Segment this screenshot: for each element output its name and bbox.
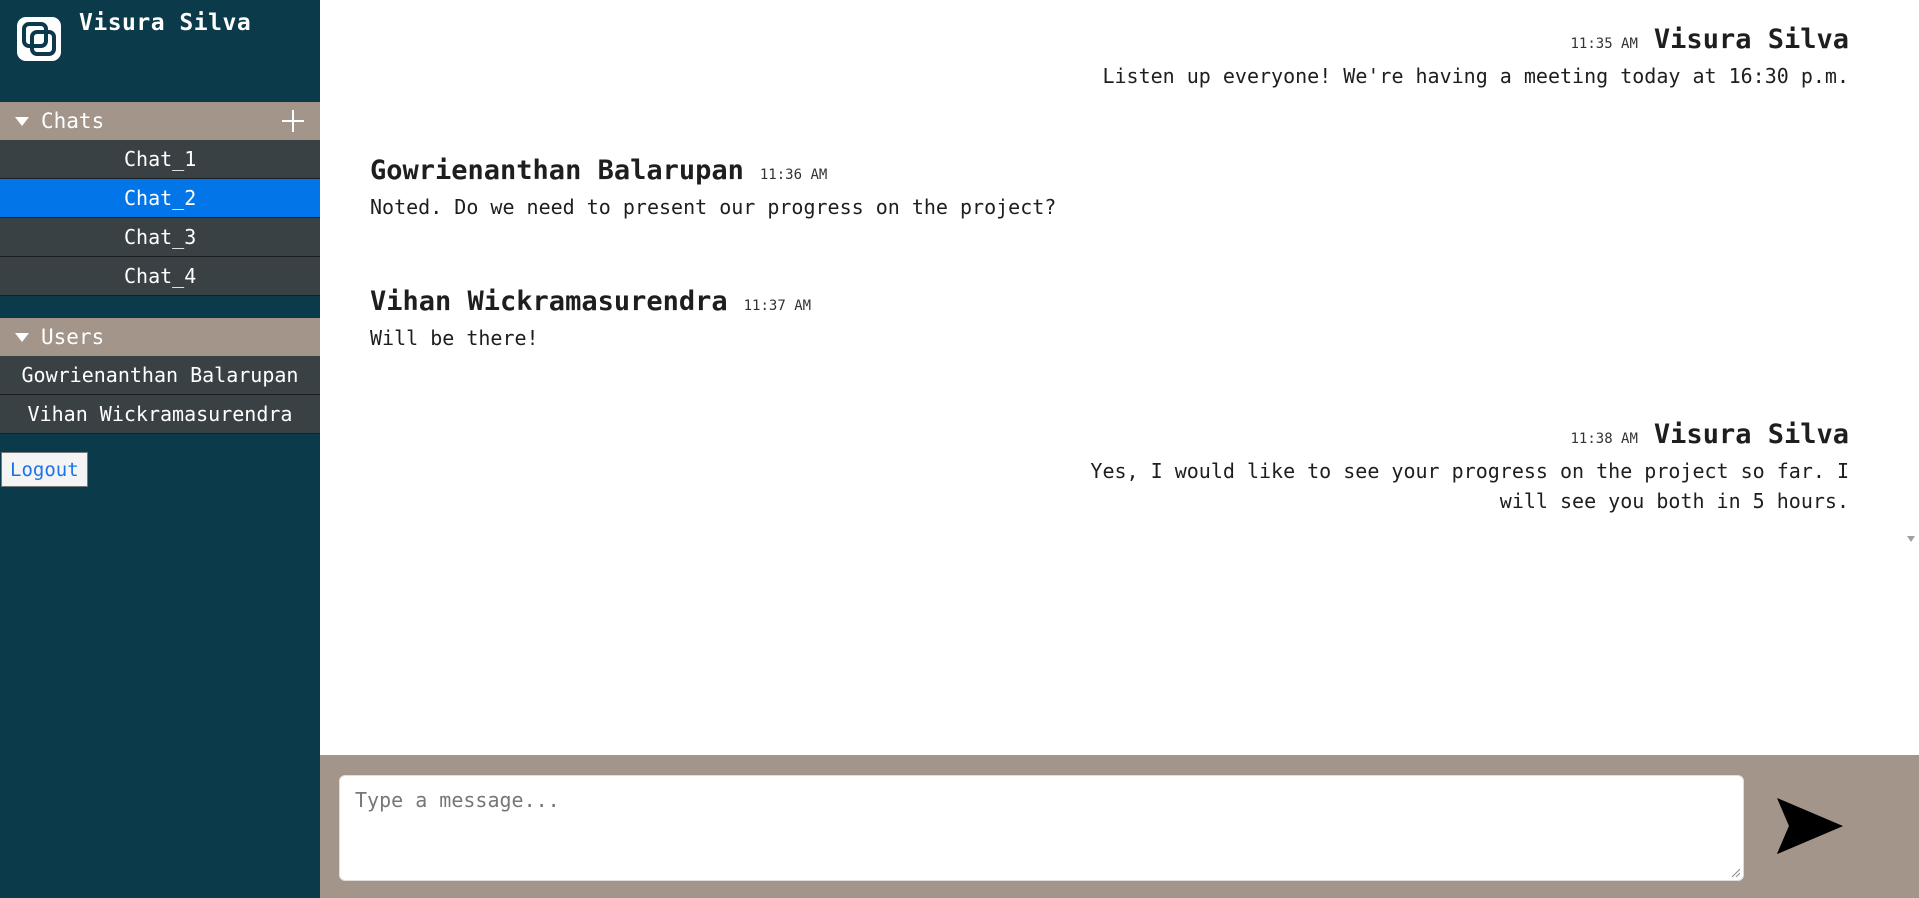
user-item-label: Gowrienanthan Balarupan bbox=[21, 363, 299, 387]
message: Gowrienanthan Balarupan 11:36 AM Noted. … bbox=[370, 155, 1056, 222]
sidebar: Visura Silva Chats Chat_1 Chat_2 Chat_3 … bbox=[0, 0, 320, 898]
message: 11:35 AM Visura Silva Listen up everyone… bbox=[1102, 24, 1849, 91]
chat-item-label: Chat_2 bbox=[124, 186, 197, 210]
send-icon bbox=[1777, 798, 1843, 854]
add-chat-plus-icon[interactable] bbox=[282, 110, 304, 132]
message: 11:38 AM Visura Silva Yes, I would like … bbox=[1049, 419, 1849, 516]
logout-button[interactable]: Logout bbox=[1, 452, 88, 487]
user-item[interactable]: Vihan Wickramasurendra bbox=[0, 395, 320, 434]
brand-header: Visura Silva bbox=[0, 0, 320, 102]
user-item[interactable]: Gowrienanthan Balarupan bbox=[0, 356, 320, 395]
message: Vihan Wickramasurendra 11:37 AM Will be … bbox=[370, 286, 811, 353]
chat-item-label: Chat_4 bbox=[124, 264, 197, 288]
message-time: 11:35 AM bbox=[1570, 36, 1638, 52]
scroll-down-arrow-icon[interactable] bbox=[1907, 536, 1915, 542]
chat-item-label: Chat_1 bbox=[124, 147, 197, 171]
user-item-label: Vihan Wickramasurendra bbox=[27, 402, 293, 426]
message-text: Yes, I would like to see your progress o… bbox=[1090, 459, 1849, 513]
app-logo-icon bbox=[17, 17, 61, 61]
users-header-label: Users bbox=[41, 325, 105, 349]
caret-down-icon bbox=[15, 332, 29, 342]
message-sender: Visura Silva bbox=[1653, 419, 1849, 450]
chat-item-active[interactable]: Chat_2 bbox=[0, 179, 320, 218]
send-button[interactable] bbox=[1773, 796, 1845, 856]
message-time: 11:37 AM bbox=[743, 298, 812, 314]
users-section-header[interactable]: Users bbox=[0, 318, 320, 356]
message-text: Listen up everyone! We're having a meeti… bbox=[1102, 64, 1849, 88]
resize-grip-icon[interactable] bbox=[1730, 867, 1740, 877]
message-text: Noted. Do we need to present our progres… bbox=[370, 195, 1057, 219]
message-composer bbox=[320, 755, 1919, 898]
message-sender: Visura Silva bbox=[1653, 24, 1849, 55]
message-time: 11:38 AM bbox=[1570, 431, 1638, 447]
message-text: Will be there! bbox=[370, 326, 539, 350]
chat-item-label: Chat_3 bbox=[124, 225, 197, 249]
chat-item[interactable]: Chat_3 bbox=[0, 218, 320, 257]
current-username: Visura Silva bbox=[79, 10, 252, 36]
chat-list: Chat_1 Chat_2 Chat_3 Chat_4 bbox=[0, 140, 320, 296]
message-thread: 11:35 AM Visura Silva Listen up everyone… bbox=[320, 0, 1919, 755]
message-time: 11:36 AM bbox=[759, 167, 828, 183]
message-input[interactable] bbox=[339, 775, 1744, 881]
chats-header-label: Chats bbox=[41, 109, 105, 133]
caret-down-icon bbox=[15, 116, 29, 126]
chat-item[interactable]: Chat_1 bbox=[0, 140, 320, 179]
message-sender: Gowrienanthan Balarupan bbox=[370, 155, 744, 186]
message-sender: Vihan Wickramasurendra bbox=[370, 286, 728, 317]
chat-item[interactable]: Chat_4 bbox=[0, 257, 320, 296]
scrollbar[interactable] bbox=[1904, 0, 1919, 554]
chats-section-header[interactable]: Chats bbox=[0, 102, 320, 140]
